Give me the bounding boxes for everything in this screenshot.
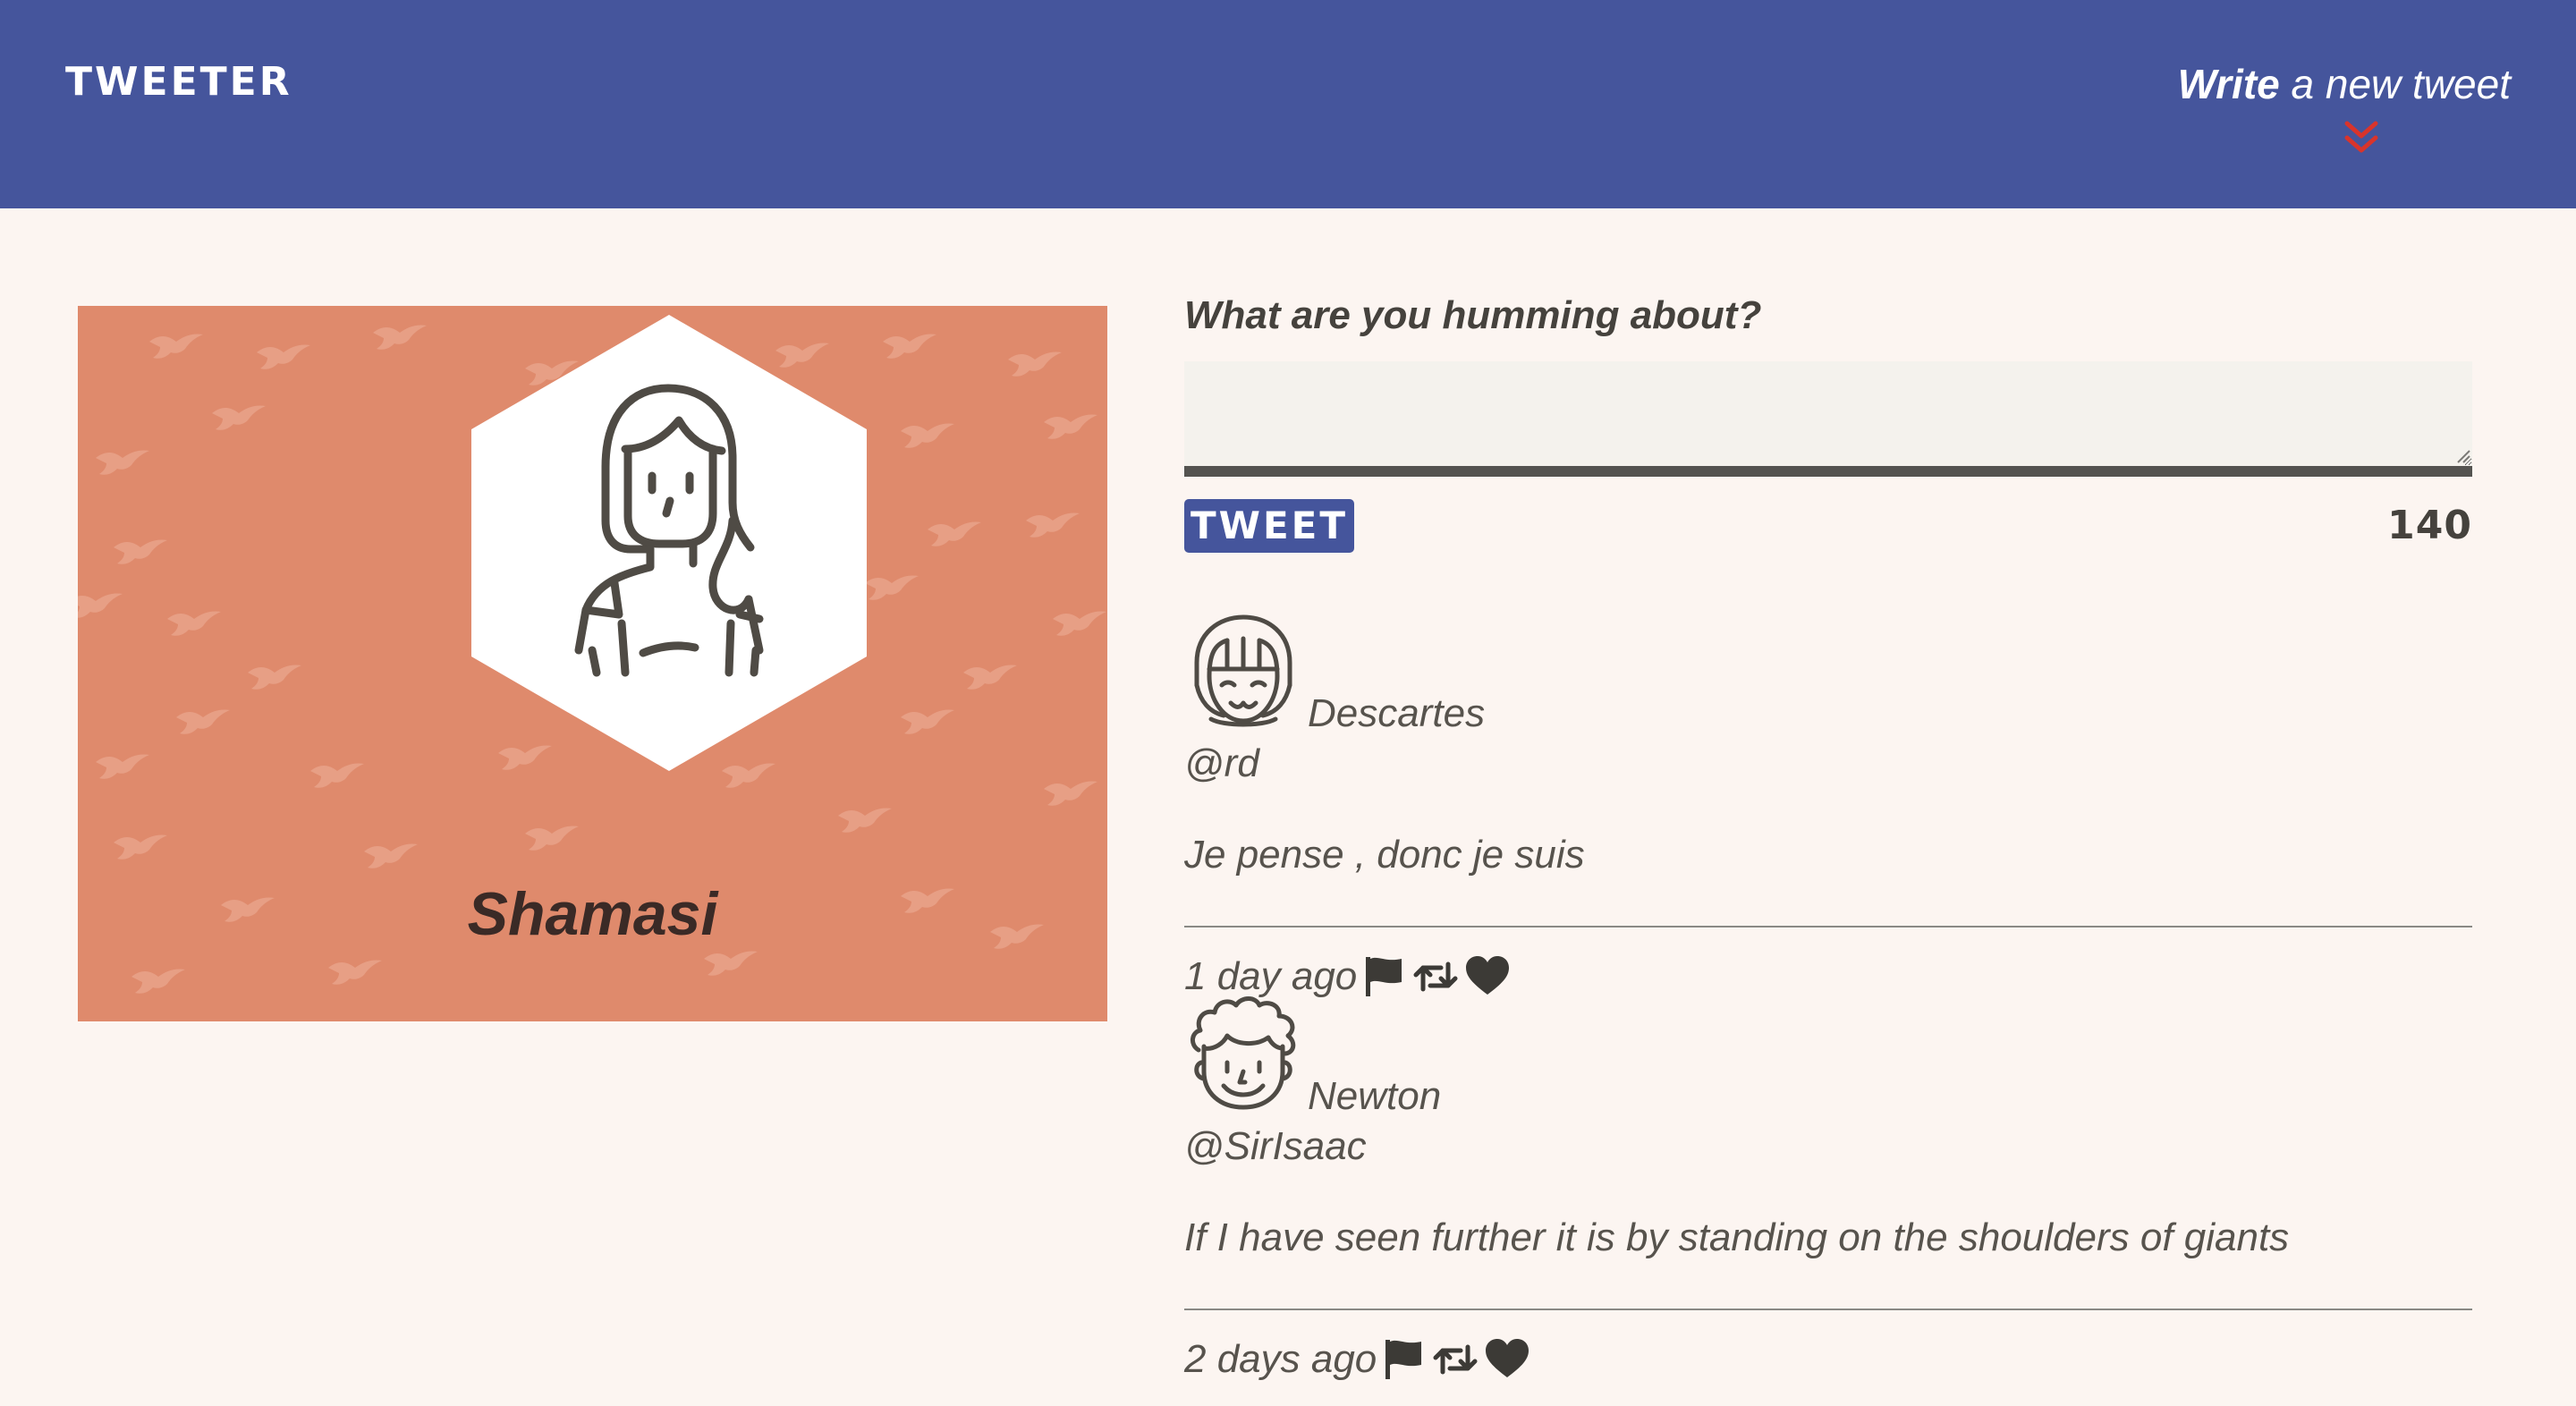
tweet-divider — [1184, 926, 2472, 927]
user-avatar[interactable] — [1188, 614, 1299, 730]
profile-avatar[interactable] — [471, 315, 867, 771]
heart-icon[interactable] — [1464, 953, 1511, 1000]
tweet-author-handle[interactable]: @SirIsaac — [1184, 1122, 1367, 1172]
write-new-tweet-strong: Write — [2177, 61, 2280, 107]
tweet-item: Descartes @rd Je pense , donc je suis 1 … — [1184, 614, 2472, 998]
tweet-divider — [1184, 1309, 2472, 1310]
tweet-text: If I have seen further it is by standing… — [1184, 1215, 2290, 1259]
tweet-item: Newton @SirIsaac If I have seen further … — [1184, 996, 2472, 1406]
tweet-footer: 1 day ago — [1184, 950, 1516, 1004]
tweet-text: Je pense , donc je suis — [1184, 833, 1585, 877]
brand-logo[interactable]: TWEETER — [65, 59, 292, 106]
tweet-author-handle[interactable]: @rd — [1184, 739, 1259, 789]
tweet-timestamp: 2 days ago — [1184, 1337, 1377, 1381]
tweet-author-name[interactable]: Descartes — [1308, 689, 1485, 739]
tweet-footer: 2 days ago — [1184, 1333, 1536, 1386]
user-avatar[interactable] — [1188, 996, 1299, 1113]
textarea-resize-handle[interactable] — [2454, 447, 2470, 463]
write-new-tweet-link[interactable]: Write a new tweet — [2178, 59, 2511, 109]
double-chevron-down-icon[interactable] — [2342, 118, 2381, 157]
profile-name: Shamasi — [467, 880, 718, 948]
flag-icon[interactable] — [1380, 1336, 1427, 1383]
tweet-timestamp: 1 day ago — [1184, 954, 1358, 998]
retweet-icon[interactable] — [1432, 1336, 1479, 1383]
profile-card: Shamasi — [78, 306, 1107, 1021]
top-navigation-bar: TWEETER Write a new tweet — [0, 0, 2576, 208]
tweet-compose-textarea[interactable] — [1184, 361, 2472, 477]
compose-prompt-label: What are you humming about? — [1184, 293, 1762, 337]
retweet-icon[interactable] — [1412, 953, 1459, 1000]
character-counter: 140 — [2387, 503, 2472, 548]
write-new-tweet-rest: a new tweet — [2279, 61, 2512, 107]
tweet-submit-button[interactable]: TWEET — [1184, 499, 1354, 553]
tweet-author-name[interactable]: Newton — [1308, 1071, 1441, 1122]
heart-icon[interactable] — [1484, 1336, 1530, 1383]
flag-icon[interactable] — [1360, 953, 1407, 1000]
